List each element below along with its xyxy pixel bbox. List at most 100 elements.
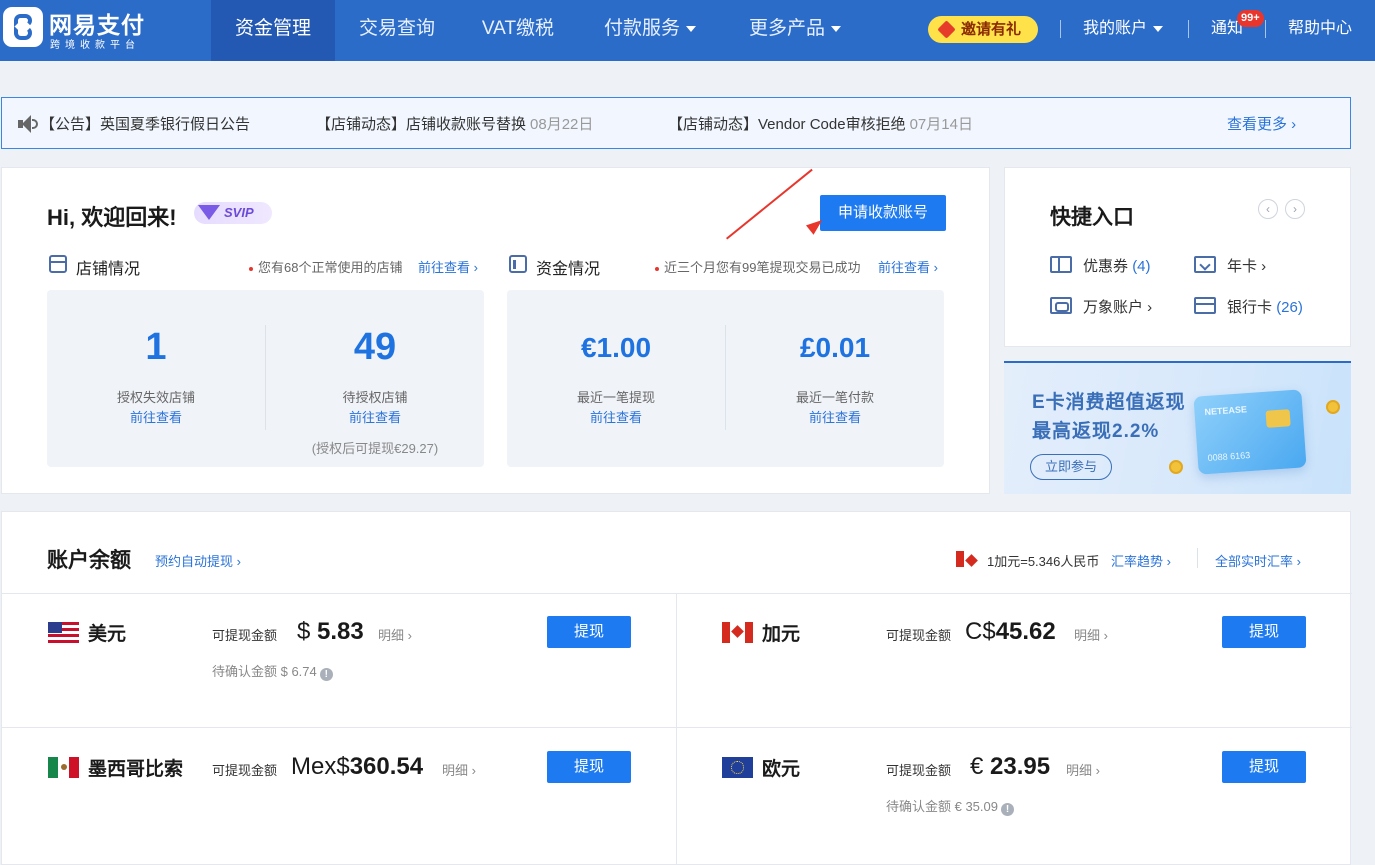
rate-trend-link[interactable]: 汇率趋势 › bbox=[1111, 551, 1171, 570]
promo-subline: 最高返现2.2% bbox=[1032, 421, 1160, 442]
withdrawable-label: 可提现金额 bbox=[886, 763, 952, 778]
nav-divider bbox=[1265, 20, 1266, 38]
pending-store-count: 49 bbox=[353, 326, 397, 368]
last-withdrawal-link[interactable]: 前往查看 bbox=[507, 407, 725, 426]
notification-badge: 99+ bbox=[1237, 10, 1264, 27]
pending-store-note: (授权后可提现€29.27) bbox=[311, 441, 439, 456]
funds-view-link[interactable]: 前往查看 › bbox=[878, 257, 938, 276]
my-account-menu[interactable]: 我的账户 bbox=[1083, 0, 1164, 57]
detail-link[interactable]: 明细 › bbox=[1066, 760, 1100, 779]
all-rates-link[interactable]: 全部实时汇率 › bbox=[1215, 551, 1301, 570]
quick-item-coupons[interactable]: 优惠券 (4) bbox=[1083, 255, 1151, 276]
auto-withdraw-link[interactable]: 预约自动提现 › bbox=[155, 551, 241, 570]
last-withdrawal-amount: €1.00 bbox=[580, 332, 652, 363]
detail-link[interactable]: 明细 › bbox=[442, 760, 476, 779]
card-icon bbox=[1194, 256, 1216, 273]
detail-link[interactable]: 明细 › bbox=[378, 625, 412, 644]
pending-amount: 待确认金额 $ 6.74! bbox=[212, 661, 333, 681]
bank-card-icon bbox=[1194, 297, 1216, 314]
gift-gem-icon bbox=[937, 20, 956, 39]
withdrawable-label: 可提现金额 bbox=[886, 628, 952, 643]
help-center-link[interactable]: 帮助中心 bbox=[1288, 0, 1352, 57]
top-nav: 网易支付 跨境收款平台 资金管理 交易查询 VAT缴税 付款服务 更多产品 邀请… bbox=[0, 0, 1375, 61]
withdrawable-amount: € 23.95 bbox=[970, 753, 1051, 780]
announcement-item[interactable]: 【公告】英国夏季银行假日公告 bbox=[40, 113, 254, 134]
quick-item-annual-card[interactable]: 年卡 › bbox=[1227, 255, 1266, 276]
announcement-bar: 【公告】英国夏季银行假日公告 【店铺动态】店铺收款账号替换 08月22日 【店铺动… bbox=[1, 97, 1351, 149]
account-balance-card: 账户余额 预约自动提现 › 1加元=5.346人民币 汇率趋势 › 全部实时汇率… bbox=[1, 511, 1352, 865]
divider bbox=[2, 727, 1352, 728]
last-payment-link[interactable]: 前往查看 bbox=[726, 407, 944, 426]
invite-button[interactable]: 邀请有礼 bbox=[928, 16, 1038, 43]
invalid-store-link[interactable]: 前往查看 bbox=[47, 407, 265, 426]
last-payment-amount: £0.01 bbox=[799, 332, 871, 363]
brand-name: 网易支付 bbox=[49, 12, 145, 38]
nav-item-more-products[interactable]: 更多产品 bbox=[735, 0, 855, 61]
quick-entry-card: 快捷入口 ‹ › 优惠券 (4) 年卡 › 万象账户 › 银行卡 (26) bbox=[1004, 167, 1351, 347]
notifications-link[interactable]: 通知 bbox=[1211, 0, 1243, 57]
chevron-down-icon bbox=[831, 25, 841, 32]
withdrawable-amount: Mex$360.54 bbox=[291, 753, 424, 780]
pending-store-link[interactable]: 前往查看 bbox=[266, 407, 484, 426]
funds-stats-panel: €1.00 最近一笔提现 前往查看 £0.01 最近一笔付款 前往查看 bbox=[507, 290, 944, 467]
announcement-item[interactable]: 【店铺动态】店铺收款账号替换 08月22日 bbox=[316, 113, 593, 134]
brand-tagline: 跨境收款平台 bbox=[50, 40, 140, 51]
currency-name: 加元 bbox=[762, 624, 801, 645]
coupon-icon bbox=[1050, 256, 1072, 273]
currency-name: 墨西哥比索 bbox=[88, 759, 184, 780]
pending-amount: 待确认金额 € 35.09! bbox=[886, 796, 1014, 816]
last-payment-label: 最近一笔付款 bbox=[795, 390, 874, 405]
balance-title: 账户余额 bbox=[47, 549, 131, 572]
e-card-illustration: NETEASE 0088 6163 bbox=[1193, 389, 1307, 475]
coin-icon bbox=[1169, 460, 1183, 474]
store-icon bbox=[49, 255, 67, 273]
apply-account-button[interactable]: 申请收款账号 bbox=[820, 195, 946, 231]
currency-name: 美元 bbox=[88, 624, 127, 645]
nav-item-transactions[interactable]: 交易查询 bbox=[335, 0, 459, 61]
invalid-store-label: 授权失效店铺 bbox=[116, 390, 195, 405]
red-dot-icon bbox=[655, 266, 659, 271]
prev-page-button[interactable]: ‹ bbox=[1258, 199, 1278, 219]
eu-flag-icon bbox=[722, 757, 753, 778]
last-withdrawal-label: 最近一笔提现 bbox=[576, 390, 655, 405]
red-dot-icon bbox=[249, 266, 253, 271]
withdrawable-label: 可提现金额 bbox=[212, 763, 278, 778]
store-note: 您有68个正常使用的店铺 bbox=[249, 257, 402, 276]
quick-item-wanxiang-account[interactable]: 万象账户 › bbox=[1083, 296, 1152, 317]
withdraw-button[interactable]: 提现 bbox=[1222, 751, 1306, 783]
ca-flag-icon bbox=[722, 622, 753, 643]
chevron-down-icon bbox=[686, 25, 696, 32]
greeting: Hi, 欢迎回来! bbox=[47, 205, 177, 230]
nav-item-payment-services[interactable]: 付款服务 bbox=[590, 0, 710, 61]
nav-item-fund-management[interactable]: 资金管理 bbox=[211, 0, 335, 61]
announcement-item[interactable]: 【店铺动态】Vendor Code审核拒绝 07月14日 bbox=[668, 113, 973, 134]
withdraw-button[interactable]: 提现 bbox=[1222, 616, 1306, 648]
nav-item-vat[interactable]: VAT缴税 bbox=[459, 0, 577, 61]
view-more-link[interactable]: 查看更多 › bbox=[1227, 113, 1296, 134]
funds-note: 近三个月您有99笔提现交易已成功 bbox=[655, 257, 860, 276]
store-view-link[interactable]: 前往查看 › bbox=[418, 257, 478, 276]
currency-name: 欧元 bbox=[762, 759, 801, 780]
quick-entry-title: 快捷入口 bbox=[1050, 206, 1134, 229]
withdraw-button[interactable]: 提现 bbox=[547, 616, 631, 648]
withdraw-button[interactable]: 提现 bbox=[547, 751, 631, 783]
withdrawable-label: 可提现金额 bbox=[212, 628, 278, 643]
promo-join-button[interactable]: 立即参与 bbox=[1030, 454, 1112, 480]
brand-logo[interactable]: 网易支付 跨境收款平台 bbox=[0, 0, 160, 61]
quick-item-bank-cards[interactable]: 银行卡 (26) bbox=[1227, 296, 1303, 317]
funds-section-title: 资金情况 bbox=[536, 261, 601, 278]
us-flag-icon bbox=[48, 622, 79, 643]
info-icon[interactable]: ! bbox=[1001, 803, 1014, 816]
logo-mark-icon bbox=[3, 7, 43, 47]
divider bbox=[2, 593, 1352, 594]
detail-link[interactable]: 明细 › bbox=[1074, 625, 1108, 644]
promo-banner[interactable]: E卡消费超值返现 最高返现2.2% 立即参与 NETEASE 0088 6163 bbox=[1004, 361, 1351, 494]
store-stats-panel: 1 授权失效店铺 前往查看 49 待授权店铺 前往查看 (授权后可提现€29.2… bbox=[47, 290, 484, 467]
info-icon[interactable]: ! bbox=[319, 668, 333, 681]
invalid-store-count: 1 bbox=[145, 326, 167, 368]
funds-icon bbox=[509, 255, 527, 273]
pending-store-label: 待授权店铺 bbox=[342, 390, 408, 405]
next-page-button[interactable]: › bbox=[1285, 199, 1305, 219]
wanxiang-icon bbox=[1050, 297, 1072, 314]
diamond-icon bbox=[198, 205, 220, 220]
